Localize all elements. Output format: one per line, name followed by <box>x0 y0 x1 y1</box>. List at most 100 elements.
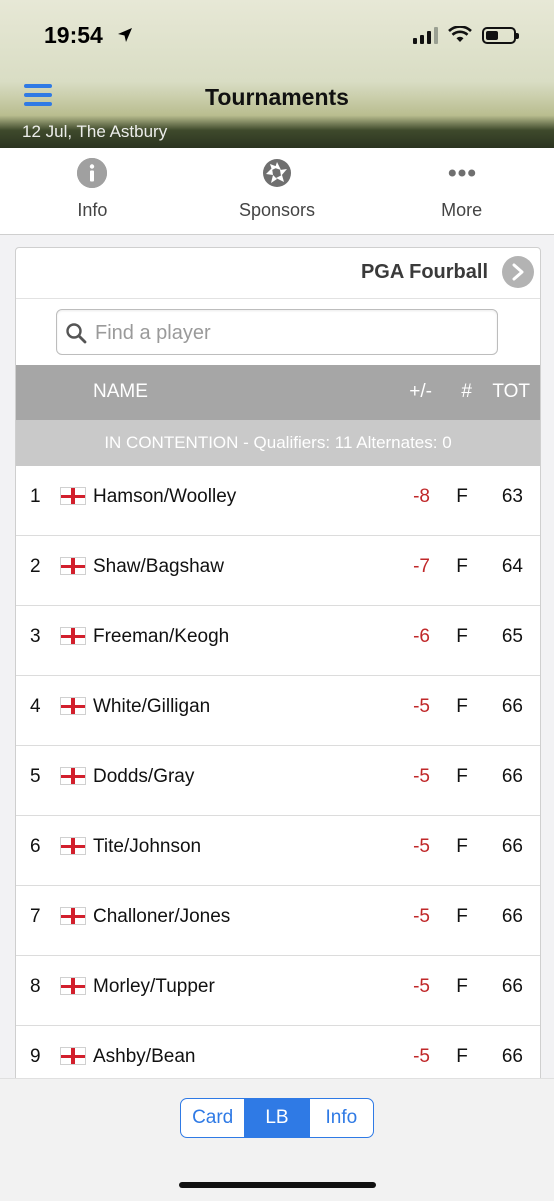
table-row[interactable]: 5 Dodds/Gray -5 F 66 <box>16 746 540 816</box>
chevron-right-icon[interactable] <box>502 256 534 288</box>
section-header: IN CONTENTION - Qualifiers: 11 Alternate… <box>16 420 540 466</box>
row-score: -8 <box>413 486 430 507</box>
row-position: 8 <box>30 976 41 997</box>
row-total: 66 <box>501 976 523 997</box>
row-total: 65 <box>501 626 523 647</box>
table-row[interactable]: 9 Ashby/Bean -5 F 66 <box>16 1026 540 1078</box>
search-area <box>16 299 540 365</box>
table-row[interactable]: 1 Hamson/Woolley -8 F 63 <box>16 466 540 536</box>
row-score: -5 <box>413 696 430 717</box>
tab-info-label: Info <box>77 200 108 220</box>
app-header: 19:54 Tournaments 12 Jul, The Astbury <box>0 0 554 148</box>
row-position: 2 <box>30 556 41 577</box>
england-flag-icon <box>60 837 86 855</box>
row-player-name: Dodds/Gray <box>93 766 195 787</box>
aperture-icon <box>262 158 292 188</box>
row-thru: F <box>456 836 468 857</box>
segment-info[interactable]: Info <box>310 1099 373 1137</box>
row-score: -5 <box>413 836 430 857</box>
event-header: PGA Fourball <box>16 248 540 299</box>
cellular-signal-icon <box>413 26 438 44</box>
row-score: -5 <box>413 976 430 997</box>
wifi-icon <box>448 26 472 42</box>
row-position: 6 <box>30 836 41 857</box>
col-thru-header: # <box>461 381 472 402</box>
row-player-name: Challoner/Jones <box>93 906 231 927</box>
england-flag-icon <box>60 907 86 925</box>
table-row[interactable]: 2 Shaw/Bagshaw -7 F 64 <box>16 536 540 606</box>
row-score: -5 <box>413 906 430 927</box>
england-flag-icon <box>60 1047 86 1065</box>
tab-info[interactable]: Info <box>0 148 185 234</box>
row-total: 66 <box>501 906 523 927</box>
search-icon <box>66 323 87 344</box>
row-player-name: Shaw/Bagshaw <box>93 556 224 577</box>
page-title: Tournaments <box>205 84 349 110</box>
row-position: 3 <box>30 626 41 647</box>
row-score: -5 <box>413 766 430 787</box>
top-tab-bar: Info Sponsors More <box>0 148 554 235</box>
row-thru: F <box>456 696 468 717</box>
row-position: 9 <box>30 1046 41 1067</box>
row-score: -6 <box>413 626 430 647</box>
tab-sponsors[interactable]: Sponsors <box>185 148 370 234</box>
search-input[interactable] <box>93 310 497 356</box>
info-icon <box>77 158 108 188</box>
row-player-name: White/Gilligan <box>93 696 211 717</box>
row-thru: F <box>456 766 468 787</box>
row-position: 4 <box>30 696 41 717</box>
row-total: 66 <box>501 696 523 717</box>
row-total: 66 <box>501 766 523 787</box>
row-total: 66 <box>501 1046 523 1067</box>
player-rows: 1 Hamson/Woolley -8 F 63 2 Shaw/Bagshaw … <box>16 466 540 1078</box>
row-player-name: Freeman/Keogh <box>93 626 230 647</box>
row-player-name: Morley/Tupper <box>93 976 215 997</box>
event-name: PGA Fourball <box>360 261 488 283</box>
tab-sponsors-label: Sponsors <box>238 200 316 220</box>
leaderboard-panel: PGA Fourball NAME +/- # TOT IN CONTENTIO… <box>15 247 541 1079</box>
row-thru: F <box>456 1046 468 1067</box>
table-row[interactable]: 7 Challoner/Jones -5 F 66 <box>16 886 540 956</box>
col-score-header: +/- <box>409 381 432 402</box>
table-row[interactable]: 4 White/Gilligan -5 F 66 <box>16 676 540 746</box>
row-position: 7 <box>30 906 41 927</box>
column-header: NAME +/- # TOT <box>16 365 540 420</box>
england-flag-icon <box>60 557 86 575</box>
search-box[interactable] <box>56 309 498 356</box>
row-position: 1 <box>30 486 41 507</box>
col-name-header: NAME <box>93 381 148 402</box>
row-thru: F <box>456 556 468 577</box>
row-player-name: Ashby/Bean <box>93 1046 196 1067</box>
row-thru: F <box>456 976 468 997</box>
segment-leaderboard[interactable]: LB <box>245 1099 310 1137</box>
row-score: -5 <box>413 1046 430 1067</box>
row-position: 5 <box>30 766 41 787</box>
england-flag-icon <box>60 767 86 785</box>
table-row[interactable]: 3 Freeman/Keogh -6 F 65 <box>16 606 540 676</box>
row-score: -7 <box>413 556 430 577</box>
tab-more[interactable]: More <box>369 148 554 234</box>
england-flag-icon <box>60 487 86 505</box>
more-dots-icon <box>447 158 477 188</box>
status-icons <box>413 26 519 44</box>
england-flag-icon <box>60 977 86 995</box>
row-player-name: Hamson/Woolley <box>93 486 237 507</box>
home-indicator <box>179 1182 376 1188</box>
tab-more-label: More <box>441 200 483 220</box>
location-arrow-icon <box>118 28 132 42</box>
row-player-name: Tite/Johnson <box>93 836 202 857</box>
segment-card[interactable]: Card <box>181 1099 246 1137</box>
battery-icon <box>482 26 519 44</box>
col-total-header: TOT <box>492 381 530 402</box>
row-total: 63 <box>501 486 523 507</box>
row-thru: F <box>456 486 468 507</box>
row-thru: F <box>456 906 468 927</box>
table-row[interactable]: 8 Morley/Tupper -5 F 66 <box>16 956 540 1026</box>
row-total: 66 <box>501 836 523 857</box>
status-time: 19:54 <box>44 22 103 48</box>
view-switcher: Card LB Info <box>180 1098 374 1138</box>
table-row[interactable]: 6 Tite/Johnson -5 F 66 <box>16 816 540 886</box>
row-thru: F <box>456 626 468 647</box>
tournament-subtitle: 12 Jul, The Astbury <box>22 122 168 141</box>
england-flag-icon <box>60 627 86 645</box>
